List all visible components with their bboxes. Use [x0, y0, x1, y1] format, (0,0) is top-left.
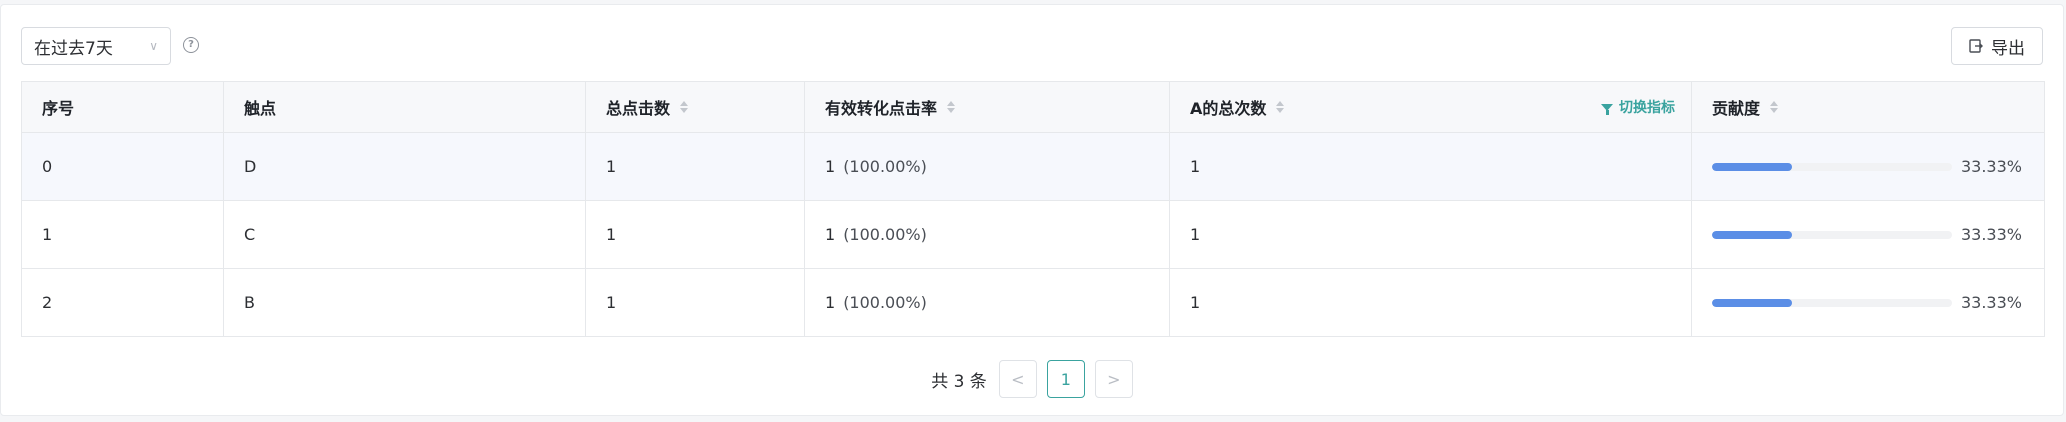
switch-metric-button[interactable]: 切换指标 — [1601, 82, 1675, 132]
header-index: 序号 — [22, 82, 223, 132]
data-table: 序号 触点 总点击数 有效转化点击率 A的总次数 切换指标 贡献度 0 D 1 … — [21, 81, 2045, 337]
sort-icon[interactable] — [1276, 101, 1285, 113]
contribution-label: 33.33% — [1960, 157, 2022, 176]
contribution-label: 33.33% — [1960, 225, 2022, 244]
effective-count: 1 — [825, 157, 836, 176]
progress-track — [1712, 298, 1952, 307]
header-effective-rate-label: 有效转化点击率 — [825, 99, 938, 118]
question-circle-icon[interactable]: ? — [183, 37, 199, 53]
export-button[interactable]: 导出 — [1951, 27, 2043, 65]
cell-total-clicks: 1 — [585, 201, 804, 268]
cell-total-clicks: 1 — [585, 133, 804, 200]
header-touchpoint-label: 触点 — [244, 99, 277, 118]
cell-effective-rate: 1 (100.00%) — [804, 201, 1169, 268]
effective-count: 1 — [825, 225, 836, 244]
header-total-clicks[interactable]: 总点击数 — [585, 82, 804, 132]
cell-touchpoint: B — [223, 269, 585, 336]
page-button-current[interactable]: 1 — [1046, 360, 1085, 398]
pagination-total: 共 3 条 — [931, 371, 987, 392]
date-range-select[interactable]: 在过去7天 ∨ — [21, 27, 171, 65]
chevron-left-icon: < — [1011, 369, 1025, 389]
progress-fill — [1712, 298, 1792, 307]
table-header: 序号 触点 总点击数 有效转化点击率 A的总次数 切换指标 贡献度 — [22, 82, 2044, 132]
progress-fill — [1712, 230, 1792, 239]
cell-a-total: 1 — [1169, 269, 1691, 336]
cell-index: 1 — [42, 225, 53, 244]
contribution-bar: 33.33% — [1712, 157, 2022, 176]
sort-icon[interactable] — [680, 101, 689, 113]
cell-contribution: 33.33% — [1691, 133, 2044, 200]
cell-contribution: 33.33% — [1691, 269, 2044, 336]
pagination: 共 3 条 < 1 > — [1, 359, 2063, 399]
progress-fill — [1712, 162, 1792, 171]
cell-a-total: 1 — [1169, 201, 1691, 268]
header-a-total[interactable]: A的总次数 切换指标 — [1169, 82, 1691, 132]
next-page-button[interactable]: > — [1094, 360, 1133, 398]
header-index-label: 序号 — [42, 99, 75, 118]
toolbar: 在过去7天 ∨ ? 导出 — [21, 25, 2043, 65]
chevron-down-icon: ∨ — [149, 39, 158, 53]
contribution-bar: 33.33% — [1712, 225, 2022, 244]
table-row[interactable]: 2 B 1 1 (100.00%) 1 33.33% — [22, 268, 2044, 336]
effective-pct: (100.00%) — [843, 293, 927, 312]
table-row[interactable]: 1 C 1 1 (100.00%) 1 33.33% — [22, 200, 2044, 268]
cell-effective-rate: 1 (100.00%) — [804, 133, 1169, 200]
progress-track — [1712, 162, 1952, 171]
header-contribution[interactable]: 贡献度 — [1691, 82, 2044, 132]
export-label: 导出 — [1991, 38, 2025, 59]
cell-contribution: 33.33% — [1691, 201, 2044, 268]
cell-effective-rate: 1 (100.00%) — [804, 269, 1169, 336]
table-row[interactable]: 0 D 1 1 (100.00%) 1 33.33% — [22, 132, 2044, 200]
sort-icon[interactable] — [1770, 101, 1779, 113]
cell-index: 0 — [42, 157, 53, 176]
header-touchpoint: 触点 — [223, 82, 585, 132]
effective-count: 1 — [825, 293, 836, 312]
switch-metric-label: 切换指标 — [1619, 100, 1675, 116]
cell-total-clicks: 1 — [585, 269, 804, 336]
header-effective-rate[interactable]: 有效转化点击率 — [804, 82, 1169, 132]
header-contribution-label: 贡献度 — [1712, 99, 1761, 118]
prev-page-button[interactable]: < — [998, 360, 1037, 398]
header-total-clicks-label: 总点击数 — [606, 99, 671, 118]
sort-icon[interactable] — [947, 101, 956, 113]
effective-pct: (100.00%) — [843, 157, 927, 176]
filter-icon — [1601, 103, 1613, 115]
cell-touchpoint: D — [223, 133, 585, 200]
effective-pct: (100.00%) — [843, 225, 927, 244]
progress-track — [1712, 230, 1952, 239]
cell-index: 2 — [42, 293, 53, 312]
header-a-total-label: A的总次数 — [1190, 99, 1267, 118]
contribution-label: 33.33% — [1960, 293, 2022, 312]
cell-a-total: 1 — [1169, 133, 1691, 200]
export-icon — [1969, 39, 1983, 53]
date-range-value: 在过去7天 — [34, 38, 113, 59]
chevron-right-icon: > — [1107, 369, 1121, 389]
contribution-bar: 33.33% — [1712, 293, 2022, 312]
attribution-panel: 在过去7天 ∨ ? 导出 序号 触点 总点击数 有效转化点击率 A的总次数 切换… — [0, 4, 2064, 416]
cell-touchpoint: C — [223, 201, 585, 268]
